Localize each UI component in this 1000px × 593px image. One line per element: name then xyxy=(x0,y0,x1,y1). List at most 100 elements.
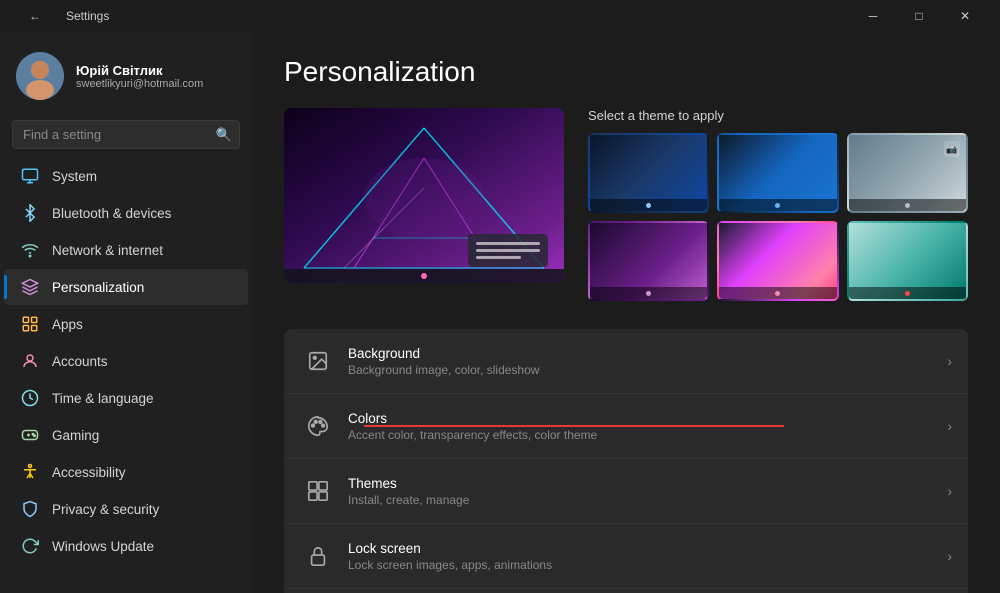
settings-item-arrow: › xyxy=(947,548,952,564)
accessibility-icon xyxy=(20,462,40,482)
search-input[interactable] xyxy=(12,120,240,149)
avatar xyxy=(16,52,64,100)
settings-item-text: BackgroundBackground image, color, slide… xyxy=(348,346,947,377)
theme-grid-label: Select a theme to apply xyxy=(588,108,968,123)
lockscreen-icon xyxy=(300,538,336,574)
settings-item-arrow: › xyxy=(947,353,952,369)
sidebar-item-label: Gaming xyxy=(52,428,99,443)
camera-icon: 📷 xyxy=(944,141,960,157)
minimize-button[interactable]: ─ xyxy=(850,0,896,32)
settings-item-background[interactable]: BackgroundBackground image, color, slide… xyxy=(284,329,968,394)
nav-items: SystemBluetooth & devices Network & inter… xyxy=(0,157,252,565)
sidebar-item-accessibility[interactable]: Accessibility xyxy=(4,454,248,490)
sidebar-item-privacy[interactable]: Privacy & security xyxy=(4,491,248,527)
sidebar-item-gaming[interactable]: Gaming xyxy=(4,417,248,453)
accounts-icon xyxy=(20,351,40,371)
settings-item-lockscreen[interactable]: Lock screen Lock screen images, apps, ani… xyxy=(284,524,968,589)
settings-item-textinput[interactable]: Text inputTouch keyboard, voice typing, … xyxy=(284,589,968,593)
sidebar-item-network[interactable]: Network & internet xyxy=(4,232,248,268)
sidebar-item-label: Personalization xyxy=(52,280,144,295)
settings-item-colors[interactable]: Colors Accent color, transparency effects… xyxy=(284,394,968,459)
sidebar-item-apps[interactable]: Apps xyxy=(4,306,248,342)
theme-section: Select a theme to apply 📷 xyxy=(284,108,968,301)
theme-card-theme-1[interactable] xyxy=(588,133,709,213)
main-content: Personalization xyxy=(252,32,1000,593)
sidebar-item-label: Accounts xyxy=(52,354,108,369)
colors-icon xyxy=(300,408,336,444)
theme-card-taskbar xyxy=(719,199,836,211)
bluetooth-icon xyxy=(20,203,40,223)
sidebar-item-time[interactable]: Time & language xyxy=(4,380,248,416)
sidebar-item-bluetooth[interactable]: Bluetooth & devices xyxy=(4,195,248,231)
settings-item-title: Colors xyxy=(348,411,947,426)
search-box: 🔍 xyxy=(12,120,240,149)
themes-icon xyxy=(300,473,336,509)
theme-card-taskbar xyxy=(719,287,836,299)
taskbar-dot xyxy=(775,203,780,208)
settings-item-arrow: › xyxy=(947,418,952,434)
sidebar-item-label: Time & language xyxy=(52,391,154,406)
maximize-button[interactable]: □ xyxy=(896,0,942,32)
theme-grid-section: Select a theme to apply 📷 xyxy=(588,108,968,301)
settings-item-desc: Install, create, manage xyxy=(348,493,947,507)
taskbar-dot xyxy=(646,291,651,296)
theme-preview-taskbar xyxy=(284,269,564,283)
app-body: Юрій Світлик sweetlikyuri@hotmail.com 🔍 … xyxy=(0,32,1000,593)
user-email: sweetlikyuri@hotmail.com xyxy=(76,78,203,90)
sidebar-item-system[interactable]: System xyxy=(4,158,248,194)
theme-card-theme-3[interactable]: 📷 xyxy=(847,133,968,213)
current-theme-preview xyxy=(284,108,564,283)
taskbar-dot xyxy=(646,203,651,208)
taskbar-dot xyxy=(905,203,910,208)
search-icon: 🔍 xyxy=(216,127,232,143)
sidebar-item-label: Apps xyxy=(52,317,83,332)
close-button[interactable]: ✕ xyxy=(942,0,988,32)
settings-item-text: Themes Install, create, manage xyxy=(348,476,947,507)
sidebar-item-label: Windows Update xyxy=(52,539,154,554)
theme-card-taskbar xyxy=(590,199,707,211)
taskbar-dot xyxy=(905,291,910,296)
settings-list: BackgroundBackground image, color, slide… xyxy=(284,329,968,593)
sidebar-item-label: Accessibility xyxy=(52,465,126,480)
red-line-indicator xyxy=(364,425,784,427)
settings-item-themes[interactable]: Themes Install, create, manage› xyxy=(284,459,968,524)
sidebar-item-update[interactable]: Windows Update xyxy=(4,528,248,564)
user-name: Юрій Світлик xyxy=(76,63,203,78)
theme-card-theme-5[interactable] xyxy=(717,221,838,301)
personalization-icon xyxy=(20,277,40,297)
settings-item-title: Themes xyxy=(348,476,947,491)
back-button[interactable]: ← xyxy=(12,0,58,32)
privacy-icon xyxy=(20,499,40,519)
theme-card-theme-4[interactable] xyxy=(588,221,709,301)
sidebar-item-accounts[interactable]: Accounts xyxy=(4,343,248,379)
theme-preview-window xyxy=(468,234,548,267)
theme-card-taskbar xyxy=(849,199,966,211)
title-bar-title: Settings xyxy=(66,9,109,23)
theme-card-theme-6[interactable] xyxy=(847,221,968,301)
settings-item-desc: Lock screen images, apps, animations xyxy=(348,558,947,572)
network-icon xyxy=(20,240,40,260)
settings-item-desc: Accent color, transparency effects, colo… xyxy=(348,428,947,442)
sidebar-item-label: Network & internet xyxy=(52,243,163,258)
settings-item-text: Lock screen Lock screen images, apps, ani… xyxy=(348,541,947,572)
user-profile: Юрій Світлик sweetlikyuri@hotmail.com xyxy=(0,32,252,116)
background-icon xyxy=(300,343,336,379)
user-info: Юрій Світлик sweetlikyuri@hotmail.com xyxy=(76,63,203,90)
settings-item-title: Lock screen xyxy=(348,541,947,556)
sidebar-item-label: Privacy & security xyxy=(52,502,159,517)
settings-item-desc: Background image, color, slideshow xyxy=(348,363,947,377)
theme-grid: 📷 xyxy=(588,133,968,301)
title-bar: ← Settings ─ □ ✕ xyxy=(0,0,1000,32)
theme-card-taskbar xyxy=(849,287,966,299)
theme-card-theme-2[interactable] xyxy=(717,133,838,213)
sidebar-item-personalization[interactable]: Personalization xyxy=(4,269,248,305)
taskbar-dot xyxy=(775,291,780,296)
settings-item-arrow: › xyxy=(947,483,952,499)
title-bar-left: ← Settings xyxy=(12,0,109,32)
gaming-icon xyxy=(20,425,40,445)
theme-card-taskbar xyxy=(590,287,707,299)
update-icon xyxy=(20,536,40,556)
sidebar: Юрій Світлик sweetlikyuri@hotmail.com 🔍 … xyxy=(0,32,252,593)
time-icon xyxy=(20,388,40,408)
system-icon xyxy=(20,166,40,186)
